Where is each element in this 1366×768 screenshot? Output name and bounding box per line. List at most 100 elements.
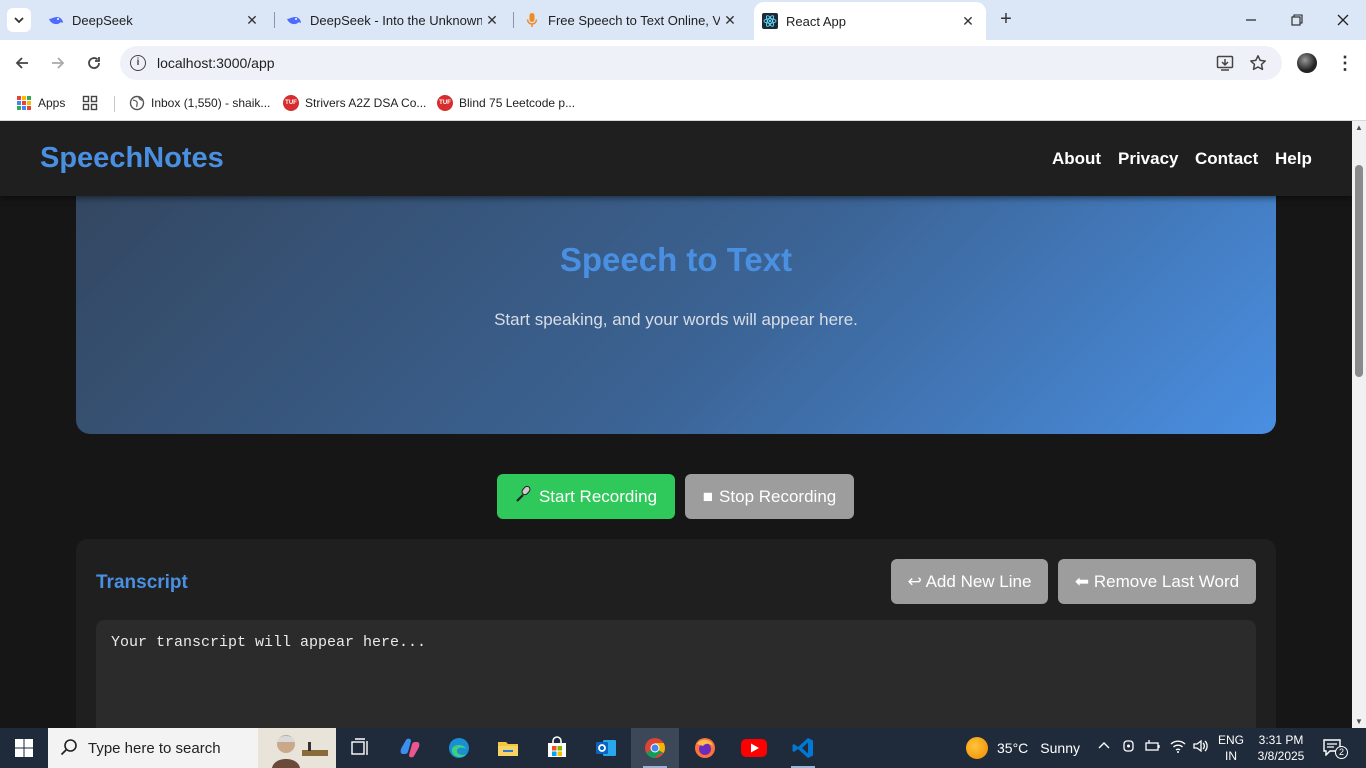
meet-now-icon[interactable] xyxy=(1121,738,1137,757)
tab-separator xyxy=(513,12,514,28)
search-highlight-illustration xyxy=(258,728,336,768)
address-bar[interactable]: i localhost:3000/app xyxy=(120,46,1282,80)
bookmark-label: Strivers A2Z DSA Co... xyxy=(305,96,427,110)
volume-icon[interactable] xyxy=(1192,738,1210,757)
youtube-taskbar-button[interactable] xyxy=(730,728,778,768)
edge-taskbar-button[interactable] xyxy=(435,728,483,768)
close-tab-icon[interactable]: ✕ xyxy=(482,12,502,29)
file-explorer-taskbar-button[interactable] xyxy=(484,728,532,768)
tab-separator xyxy=(274,12,275,28)
bookmark-apps[interactable]: Apps xyxy=(16,92,65,114)
tab-title: DeepSeek xyxy=(72,12,133,28)
firefox-taskbar-button[interactable] xyxy=(681,728,729,768)
nav-link-contact[interactable]: Contact xyxy=(1195,149,1258,169)
restore-button[interactable] xyxy=(1274,0,1320,40)
chrome-taskbar-button[interactable] xyxy=(631,728,679,768)
tab-groups-button[interactable] xyxy=(82,92,104,114)
tuf-icon: TUF xyxy=(437,95,453,111)
weather-temperature: 35°C xyxy=(997,740,1029,756)
windows-taskbar: Type here to search 35°C Sunny ENG IN 3:… xyxy=(0,728,1366,768)
close-window-button[interactable] xyxy=(1320,0,1366,40)
close-tab-icon[interactable]: ✕ xyxy=(958,13,978,30)
chevron-down-icon xyxy=(14,17,24,24)
browser-tab-strip: DeepSeek ✕ DeepSeek - Into the Unknown ✕… xyxy=(0,0,1366,40)
vscode-taskbar-button[interactable] xyxy=(779,728,827,768)
start-button[interactable] xyxy=(0,728,48,768)
nav-link-privacy[interactable]: Privacy xyxy=(1118,149,1179,169)
bookmark-strivers[interactable]: TUF Strivers A2Z DSA Co... xyxy=(283,92,426,114)
tab-groups-icon xyxy=(82,95,98,111)
profile-avatar[interactable] xyxy=(1297,53,1317,73)
bookmark-separator xyxy=(114,96,115,112)
start-recording-label: Start Recording xyxy=(538,486,658,506)
weather-description: Sunny xyxy=(1040,740,1080,756)
hero-subtitle: Start speaking, and your words will appe… xyxy=(494,310,858,329)
transcript-area[interactable]: Your transcript will appear here... xyxy=(96,620,1256,728)
task-view-button[interactable] xyxy=(336,728,384,768)
clock-date: 3/8/2025 xyxy=(1257,749,1305,763)
arrow-left-icon xyxy=(15,57,28,69)
url-text[interactable]: localhost:3000/app xyxy=(157,55,275,71)
store-icon xyxy=(548,736,566,757)
browser-menu-icon[interactable]: ⋮ xyxy=(1336,52,1354,74)
browser-tab-free-speech[interactable]: Free Speech to Text Online, Voice Typing… xyxy=(516,0,750,40)
microsoft-store-taskbar-button[interactable] xyxy=(533,728,581,768)
folder-icon xyxy=(498,742,518,756)
bookmark-label: Inbox (1,550) - shaik... xyxy=(151,96,271,110)
browser-tab-react-app[interactable]: React App ✕ xyxy=(754,2,986,40)
stop-recording-button[interactable]: ■ Stop Recording xyxy=(685,474,854,519)
microphone-icon xyxy=(515,485,533,508)
bookmark-label: Blind 75 Leetcode p... xyxy=(459,96,576,110)
system-clock[interactable]: 3:31 PM 3/8/2025 xyxy=(1256,732,1306,764)
copilot-icon xyxy=(400,738,420,758)
language-indicator[interactable]: ENG IN xyxy=(1216,732,1246,764)
reload-icon xyxy=(88,57,100,69)
scroll-up-arrow-icon[interactable]: ▲ xyxy=(1355,123,1363,132)
nav-link-help[interactable]: Help xyxy=(1275,149,1312,169)
firefox-icon xyxy=(695,738,715,758)
taskbar-search-box[interactable]: Type here to search xyxy=(48,728,336,768)
hero-banner: Speech to Text Start speaking, and your … xyxy=(76,161,1276,434)
show-hidden-icons-icon[interactable] xyxy=(1097,738,1111,755)
copilot-taskbar-button[interactable] xyxy=(386,728,434,768)
tuf-icon: TUF xyxy=(283,95,299,111)
brand-logo[interactable]: SpeechNotes xyxy=(40,142,224,175)
close-tab-icon[interactable]: ✕ xyxy=(720,12,740,29)
site-info-icon[interactable]: i xyxy=(130,55,146,71)
hero-title: Speech to Text xyxy=(559,241,793,278)
vscode-icon xyxy=(792,738,813,758)
windows-logo-icon xyxy=(15,739,33,757)
forward-button[interactable] xyxy=(44,49,72,77)
wifi-icon[interactable] xyxy=(1169,738,1187,757)
add-new-line-button[interactable]: ↩ Add New Line xyxy=(891,559,1048,604)
apps-grid-icon xyxy=(16,95,32,111)
browser-tab-deepseek[interactable]: DeepSeek ✕ xyxy=(40,0,272,40)
chrome-icon xyxy=(645,738,666,759)
bookmark-label: Apps xyxy=(38,96,66,110)
bookmark-inbox[interactable]: Inbox (1,550) - shaik... xyxy=(129,92,270,114)
reload-button[interactable] xyxy=(80,49,108,77)
battery-plug-icon[interactable] xyxy=(1144,738,1162,757)
bookmark-blind75[interactable]: TUF Blind 75 Leetcode p... xyxy=(437,92,575,114)
edge-icon xyxy=(449,738,469,758)
bookmark-star-icon[interactable] xyxy=(1248,53,1268,73)
browser-tab-deepseek-unknown[interactable]: DeepSeek - Into the Unknown ✕ xyxy=(276,0,512,40)
tab-search-button[interactable] xyxy=(7,8,31,32)
outlook-taskbar-button[interactable] xyxy=(582,728,630,768)
nav-link-about[interactable]: About xyxy=(1052,149,1101,169)
weather-widget[interactable]: 35°C Sunny xyxy=(966,728,1080,768)
remove-last-word-button[interactable]: ⬅ Remove Last Word xyxy=(1058,559,1256,604)
notification-center-button[interactable]: 2 xyxy=(1322,738,1348,759)
start-recording-button[interactable]: Start Recording xyxy=(497,474,675,519)
new-tab-button[interactable]: + xyxy=(996,8,1016,32)
close-tab-icon[interactable]: ✕ xyxy=(242,12,262,29)
clock-time: 3:31 PM xyxy=(1258,733,1304,747)
outlook-icon xyxy=(596,740,616,756)
back-button[interactable] xyxy=(8,49,36,77)
scroll-down-arrow-icon[interactable]: ▼ xyxy=(1355,717,1363,726)
page-scrollbar[interactable]: ▲ ▼ xyxy=(1352,121,1366,728)
install-app-icon[interactable] xyxy=(1215,53,1235,73)
minimize-button[interactable] xyxy=(1228,0,1274,40)
scroll-thumb[interactable] xyxy=(1355,165,1363,377)
notification-count-badge: 2 xyxy=(1335,746,1348,759)
